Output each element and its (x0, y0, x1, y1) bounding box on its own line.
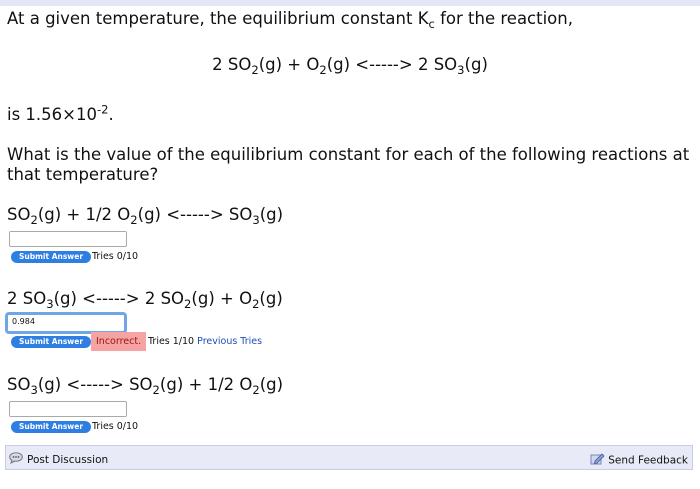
part2-equation: 2 SO3(g) <-----> 2 SO2(g) + O2(g) (7, 289, 283, 312)
part1-equation: SO2(g) + 1/2 O2(g) <-----> SO3(g) (7, 205, 284, 228)
pencil-paper-icon (590, 452, 605, 469)
part1-answer-input[interactable] (9, 231, 127, 247)
intro-text-main: At a given temperature, the equilibrium … (7, 9, 429, 28)
part2-answer-input[interactable]: 0.984 (5, 312, 127, 334)
incorrect-badge: Incorrect. (91, 332, 147, 351)
part1-tries: Tries 0/10 (92, 251, 139, 262)
kc-value: is 1.56×10-2. (7, 102, 114, 124)
post-discussion-link[interactable]: Post Discussion (9, 452, 108, 468)
part3-submit-button[interactable]: Submit Answer (11, 421, 92, 433)
part3-answer-input[interactable] (9, 401, 127, 417)
part2-submit-button[interactable]: Submit Answer (11, 336, 92, 348)
previous-tries-link[interactable]: Previous Tries (197, 336, 262, 347)
main-reaction: 2 SO2(g) + O2(g) <-----> 2 SO3(g) (212, 55, 488, 78)
part2-tries: Tries 1/10 (148, 336, 195, 347)
question-line-2: that temperature? (7, 165, 159, 184)
send-feedback-label: Send Feedback (608, 454, 688, 467)
intro-text-tail: for the reaction, (434, 9, 573, 28)
part2-tries-row: Tries 1/10 Previous Tries (148, 336, 262, 348)
top-border (0, 0, 700, 6)
post-discussion-label: Post Discussion (27, 454, 109, 466)
send-feedback-link[interactable]: Send Feedback (590, 452, 688, 469)
part3-equation: SO3(g) <-----> SO2(g) + 1/2 O2(g) (7, 375, 284, 398)
kc-exponent: -2 (97, 102, 109, 117)
intro-text: At a given temperature, the equilibrium … (7, 9, 573, 30)
part3-tries: Tries 0/10 (92, 421, 139, 432)
discussion-bubble-icon (9, 452, 24, 468)
part1-submit-button[interactable]: Submit Answer (11, 251, 92, 263)
discussion-footer: Post Discussion Send Feedback (5, 445, 693, 470)
question-line-1: What is the value of the equilibrium con… (7, 145, 690, 164)
